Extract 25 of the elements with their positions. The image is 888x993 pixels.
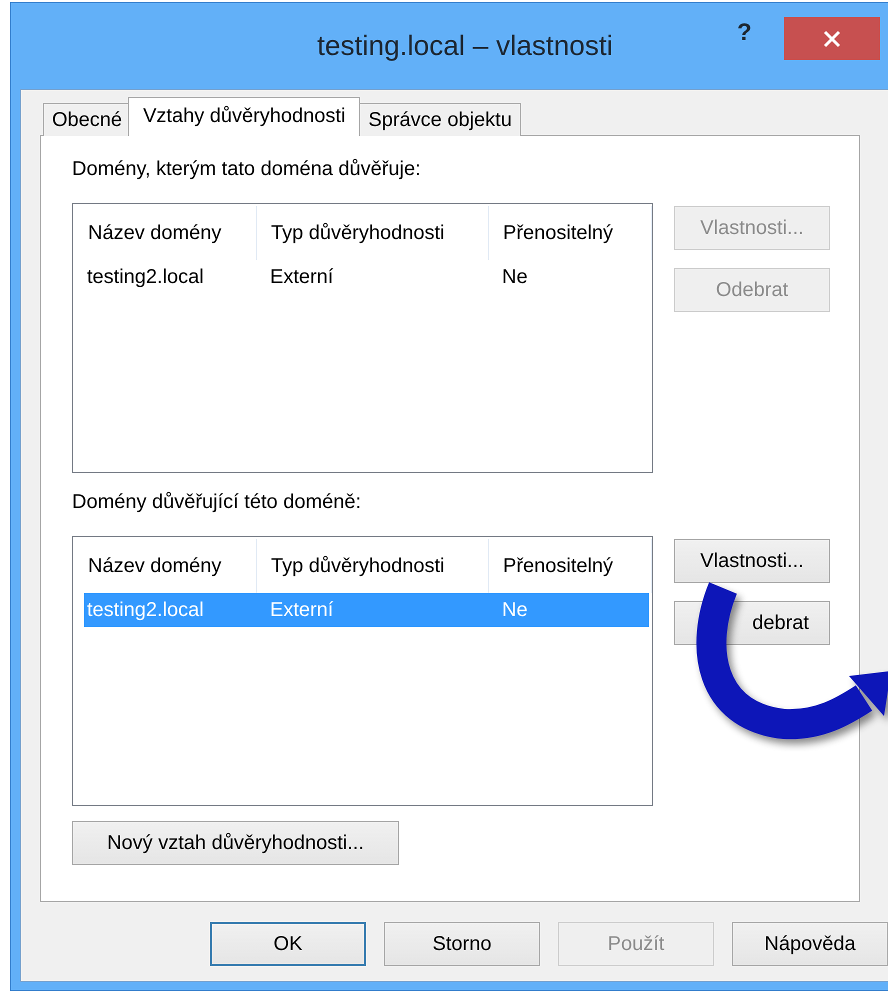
tab[interactable]: Vztahy důvěryhodnosti — [128, 97, 360, 136]
domain-list[interactable]: Název domény Typ důvěryhodnosti Přenositelný testing2.local Externí Ne — [72, 536, 653, 806]
column-header[interactable]: Přenositelný — [489, 206, 652, 260]
table-cell-text: Ne — [501, 598, 529, 622]
domain-row[interactable]: testing2.local Externí Ne — [84, 260, 649, 294]
dialog-button[interactable]: Storno — [384, 922, 540, 966]
window-title: testing.local – vlastnosti — [317, 30, 613, 62]
column-header[interactable]: Název domény — [74, 206, 257, 260]
section-label: Domény důvěřující této doméně: — [72, 491, 362, 515]
table-cell-text: testing2.local — [86, 598, 205, 622]
domain-list[interactable]: Název domény Typ důvěryhodnosti Přenositelný testing2.local Externí Ne — [72, 203, 653, 473]
section-label: Domény, kterým tato doména důvěřuje: — [72, 158, 422, 182]
tab[interactable]: Správce objektu — [359, 103, 521, 136]
table-cell-text: Externí — [269, 598, 334, 622]
dialog-button[interactable]: Vlastnosti... — [674, 539, 830, 583]
table-cell-text: testing2.local — [86, 266, 205, 288]
dialog-button[interactable]: Nápověda — [732, 922, 888, 966]
close-button[interactable] — [784, 17, 880, 60]
table-cell-text: Externí — [269, 266, 334, 288]
dialog-button[interactable]: Nový vztah důvěryhodnosti... — [72, 821, 399, 865]
close-icon — [823, 30, 841, 48]
table-cell-text: Ne — [501, 266, 529, 288]
dialog-button[interactable]: OK — [210, 922, 366, 966]
help-button[interactable]: ? — [737, 19, 752, 47]
column-header[interactable]: Typ důvěryhodnosti — [257, 206, 489, 260]
